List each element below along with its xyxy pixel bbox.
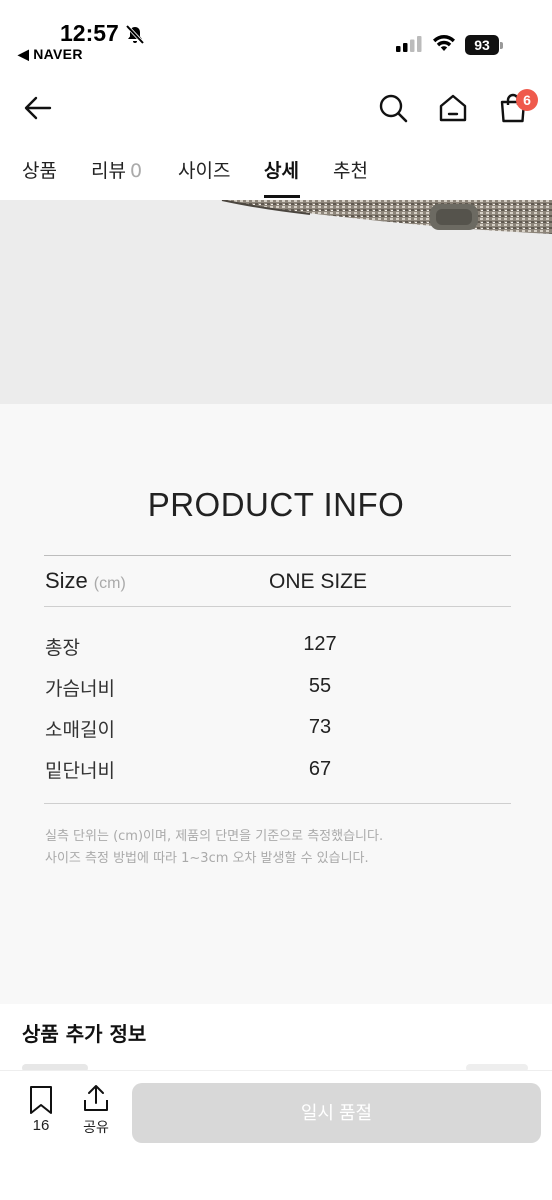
measure-value-hem: 67 [308,758,332,780]
share-label: 공유 [83,1120,109,1136]
bottom-action-bar: 16 공유 일시 품절 [0,1070,552,1200]
product-photo [221,200,552,234]
measure-value-length: 127 [303,633,337,655]
battery-level: 93 [465,35,499,55]
tab-label: 사이즈 [178,160,231,182]
share-icon[interactable] [82,1083,110,1113]
battery-indicator: 93 [465,35,505,55]
back-to-naver-link[interactable]: ◀ NAVER [18,46,83,63]
divider-top [44,555,511,556]
measurement-note: 사이즈 측정 방법에 따라 1~3cm 오차 발생할 수 있습니다. [45,851,369,866]
size-unit: (cm) [93,575,126,592]
app-header [0,82,552,134]
measurement-note: 실측 단위는 (cm)이며, 제품의 단면을 기준으로 측정했습니다. [45,829,384,844]
product-tabs: 상품 리뷰 0 사이즈 상세 추천 [0,148,552,200]
measure-value-sleeve: 73 [308,716,332,738]
cart-count-badge: 6 [516,89,538,111]
tab-review[interactable]: 리뷰 0 [91,156,142,183]
status-time: 12:57 [60,20,119,46]
bookmark-count: 16 [32,1117,50,1134]
bell-muted-icon [125,24,145,45]
active-tab-indicator [264,195,300,198]
home-icon[interactable] [437,92,469,124]
status-bar: 12:57 ◀ NAVER 93 [0,0,552,70]
tab-label: 상품 [22,160,57,182]
extra-info-title: 상품 추가 정보 [22,1022,147,1046]
size-label: Size (cm) [45,568,126,594]
back-arrow-icon[interactable] [22,92,54,124]
wifi-icon [433,35,455,51]
search-icon[interactable] [377,92,409,124]
product-detail-image [0,200,552,404]
size-label-text: Size [45,568,88,593]
measure-value-chest: 55 [308,675,332,697]
product-info-title: PRODUCT INFO [147,486,405,523]
sold-out-button[interactable]: 일시 품절 [132,1083,541,1143]
tab-detail[interactable]: 상세 [264,156,299,183]
tab-label: 리뷰 [91,160,126,182]
tab-recommend[interactable]: 추천 [333,156,368,183]
tab-product[interactable]: 상품 [22,156,57,183]
divider-bottom [44,803,511,804]
tab-size[interactable]: 사이즈 [178,156,230,183]
review-count: 0 [129,160,143,182]
divider-header [44,606,511,607]
battery-nub [500,42,503,49]
tab-label: 상세 [264,160,299,182]
bookmark-icon[interactable] [27,1085,55,1115]
size-column-header: ONE SIZE [269,570,368,593]
cellular-signal-icon [396,36,422,52]
product-info-section: PRODUCT INFO Size (cm) ONE SIZE 총장 127 가슴… [0,404,552,1004]
tab-label: 추천 [333,160,368,182]
